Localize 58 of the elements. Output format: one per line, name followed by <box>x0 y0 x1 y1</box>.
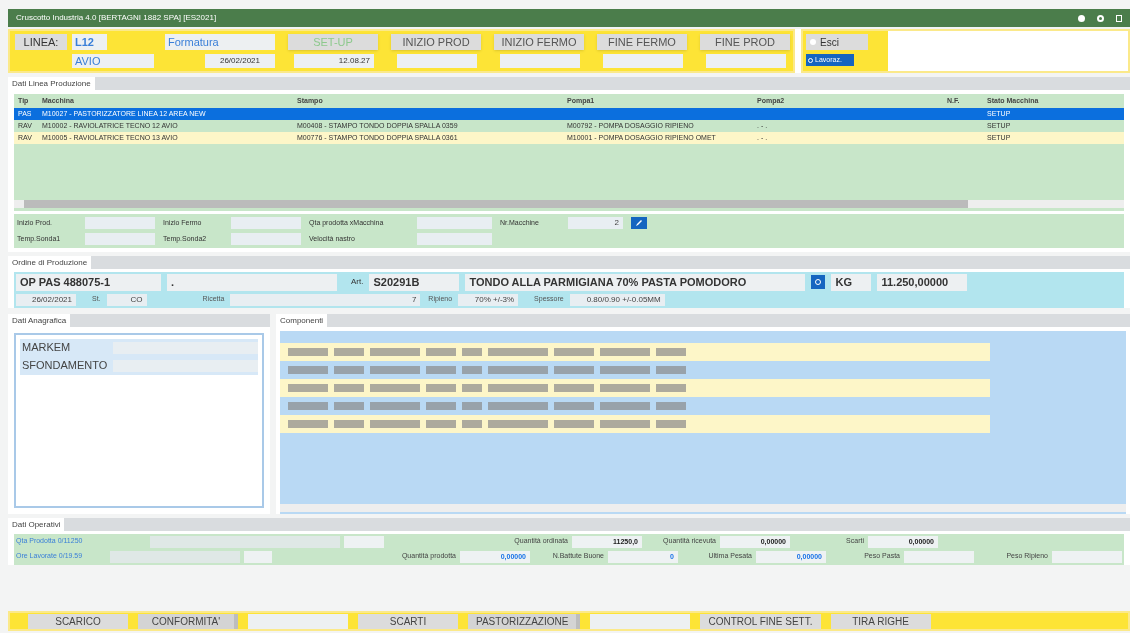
search-button[interactable] <box>811 275 826 290</box>
text-field[interactable]: 70% +/-3% <box>458 293 519 306</box>
scrollbar[interactable] <box>280 503 1126 512</box>
text-field[interactable]: 2 <box>568 217 623 229</box>
text-field[interactable]: CO <box>106 293 147 306</box>
action-button[interactable]: SCARICO <box>28 613 128 629</box>
order-code: OP PAS 488075-1 <box>16 274 161 291</box>
text-field[interactable] <box>417 233 492 245</box>
edit-button[interactable] <box>631 217 647 229</box>
text-field[interactable] <box>231 233 301 245</box>
article-description: TONDO ALLA PARMIGIANA 70% PASTA POMODORO <box>465 274 806 291</box>
order-quantity: 11.250,00000 <box>877 274 968 291</box>
order-note: . <box>167 274 337 291</box>
window-title: Cruscotto Industria 4.0 [BERTAGNI 1882 SPA] [ES2021] <box>16 12 217 24</box>
area-name: AVIO <box>72 54 154 68</box>
text-field[interactable] <box>590 613 691 629</box>
panel-tab[interactable]: Componenti <box>276 313 328 327</box>
text-field[interactable] <box>113 341 258 354</box>
exit-button[interactable]: Esci <box>806 34 868 50</box>
text-field[interactable] <box>231 217 301 229</box>
action-button[interactable]: CONFORMITA' <box>138 613 238 629</box>
step-field: 12.08.27 <box>294 54 374 68</box>
article-code: S20291B <box>369 274 460 291</box>
window-icon[interactable] <box>1116 14 1122 22</box>
scrollbar[interactable] <box>14 200 1124 208</box>
text-field[interactable] <box>113 359 258 372</box>
text-field[interactable]: 0.80/0.90 +/-0.05MM <box>569 293 665 306</box>
text-field[interactable] <box>248 613 348 629</box>
text-field[interactable] <box>244 550 272 563</box>
text-field[interactable] <box>417 217 492 229</box>
text-field[interactable]: 7 <box>230 293 421 306</box>
panel-tab[interactable]: Dati Linea Produzione <box>8 77 95 90</box>
step-button[interactable]: INIZIO PROD <box>391 34 481 50</box>
line-code: L12 <box>72 34 107 50</box>
text-field[interactable] <box>85 217 155 229</box>
action-button[interactable]: TIRA RIGHE <box>830 613 931 629</box>
linea-label: LINEA: <box>15 34 67 50</box>
text-field[interactable] <box>85 233 155 245</box>
panel-tab[interactable]: Ordine di Produzione <box>8 256 92 269</box>
text-field[interactable]: 26/02/2021 <box>16 293 76 306</box>
pencil-icon <box>635 219 643 227</box>
registry-label: SFONDAMENTO <box>21 358 109 374</box>
panel-tab[interactable]: Dati Operativi <box>8 517 65 531</box>
unit: KG <box>831 274 872 291</box>
date-field: 26/02/2021 <box>205 54 275 68</box>
text-field[interactable] <box>344 535 384 548</box>
step-button[interactable]: FINE PROD <box>700 34 790 50</box>
action-button[interactable]: SCARTI <box>358 613 458 629</box>
phase-name: Formatura <box>165 34 275 50</box>
step-button[interactable]: FINE FERMO <box>597 34 687 50</box>
stat-value <box>904 550 974 563</box>
panel-tab[interactable]: Dati Anagrafica <box>8 313 71 327</box>
step-button[interactable]: INIZIO FERMO <box>494 34 584 50</box>
article-label: Art. <box>351 276 364 289</box>
registry-label: MARKEM <box>21 340 72 356</box>
action-button[interactable]: PASTORIZZAZIONE <box>468 613 581 629</box>
stat-value <box>1052 550 1122 563</box>
action-button[interactable]: CONTROL FINE SETT. <box>700 613 821 629</box>
